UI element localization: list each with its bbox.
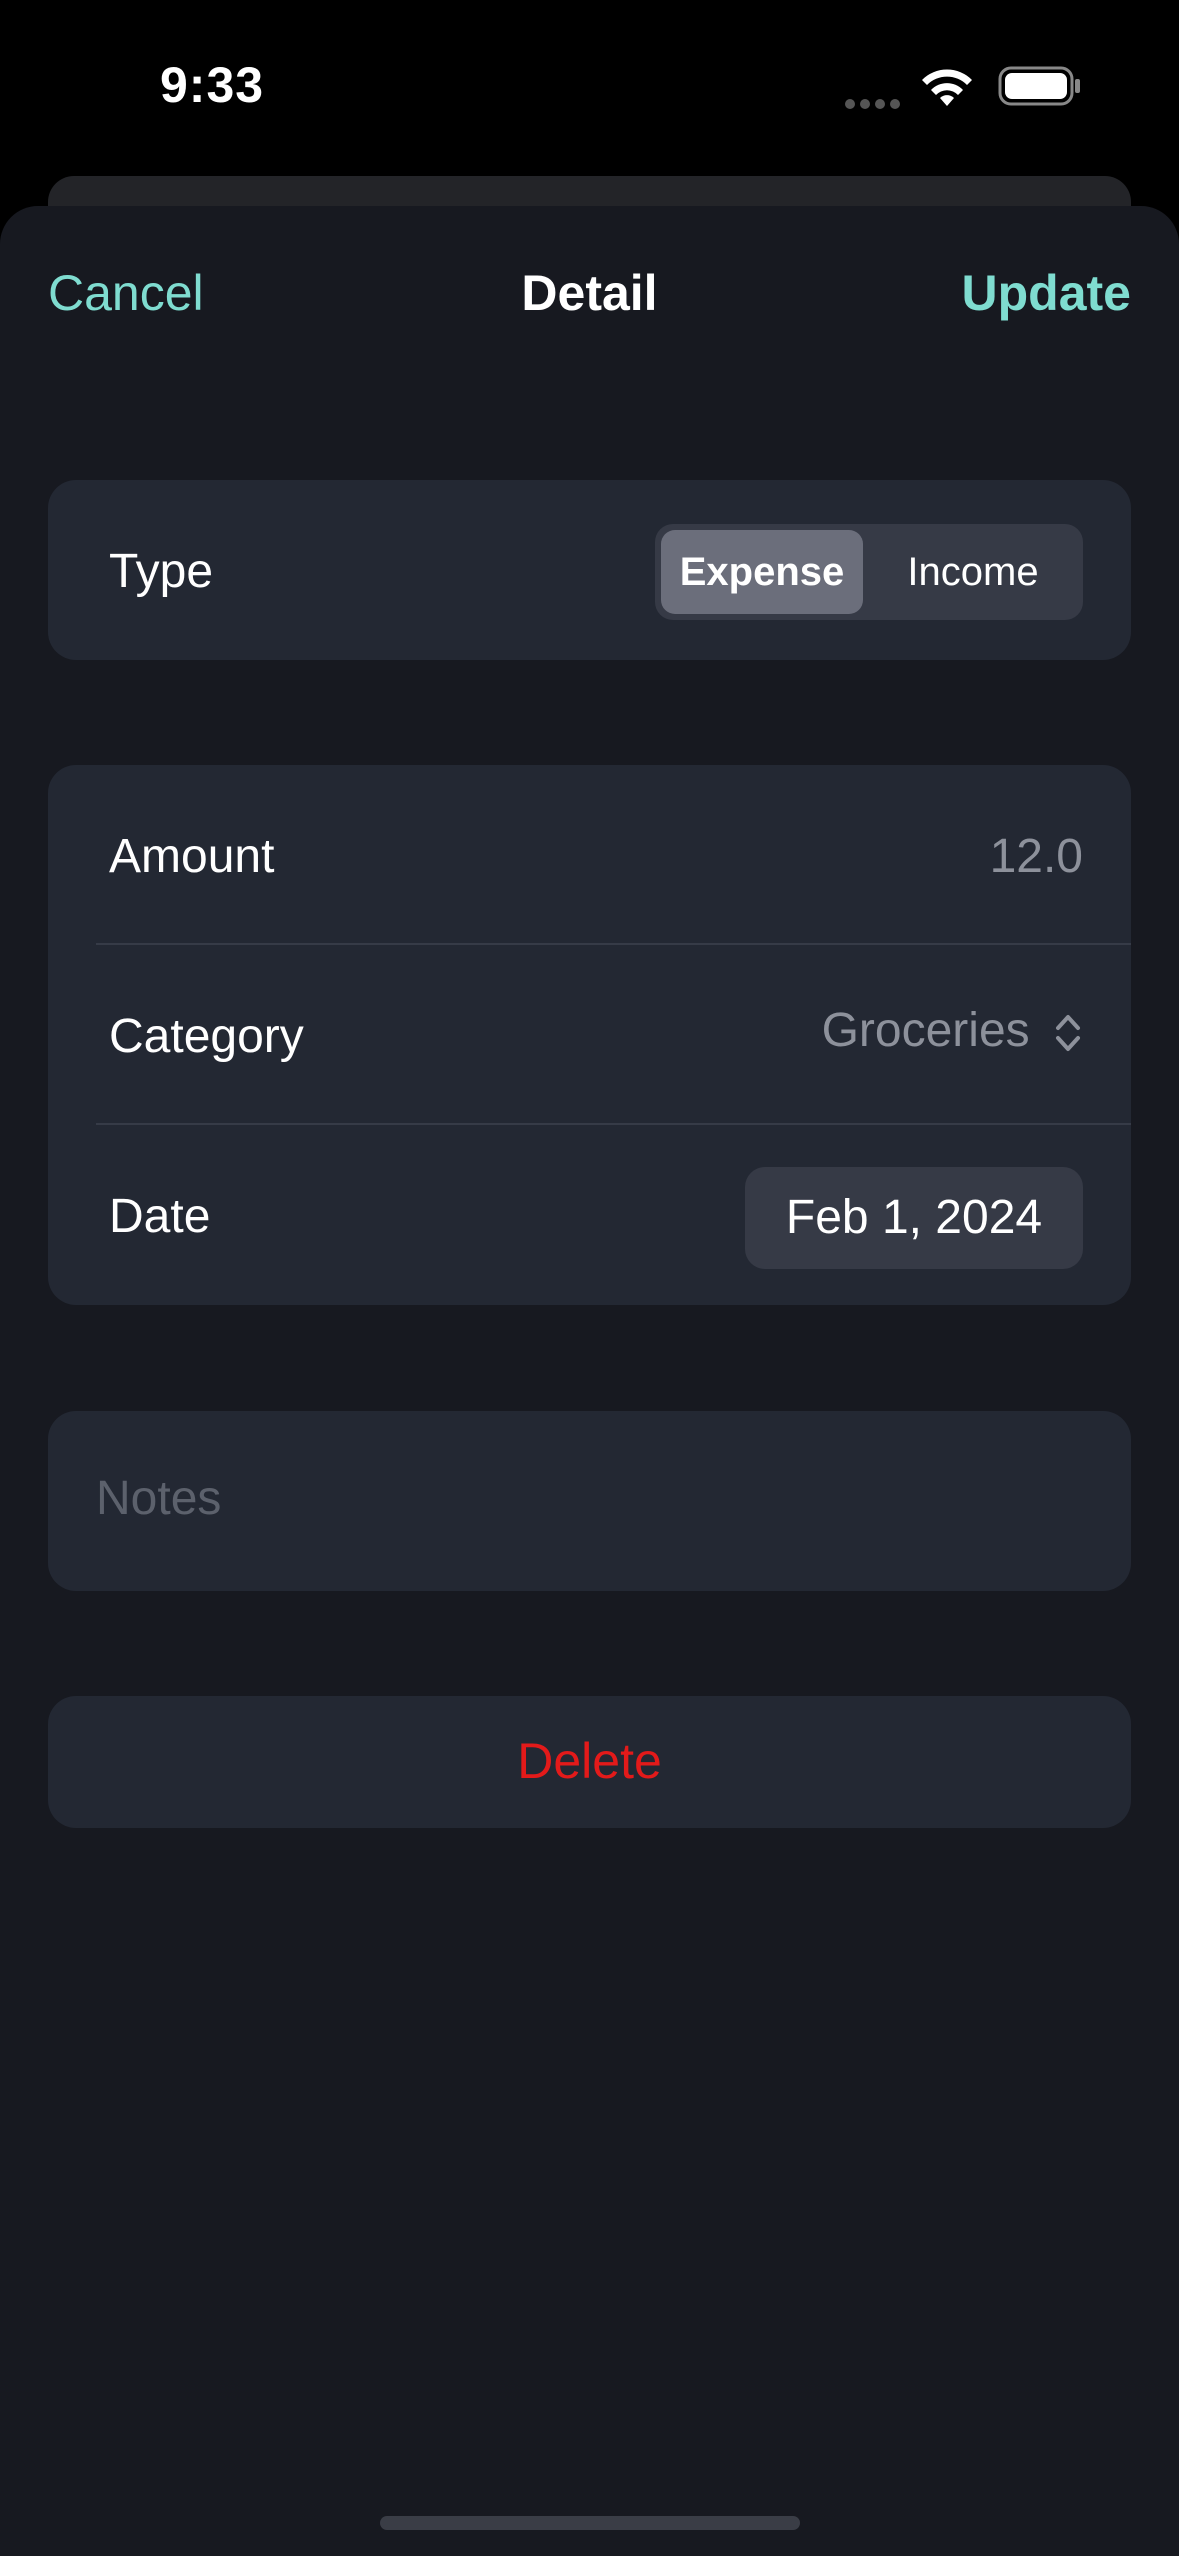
status-time: 9:33 (160, 57, 265, 113)
type-segmented-control: Expense Income (655, 524, 1083, 620)
update-button[interactable]: Update (962, 264, 1131, 322)
segment-income[interactable]: Income (869, 530, 1077, 614)
amount-field[interactable]: 12.0 (990, 829, 1083, 884)
notes-field[interactable]: Notes (48, 1411, 1131, 1591)
signal-dots-icon (845, 96, 905, 109)
divider (96, 1123, 1131, 1125)
home-indicator (380, 2516, 800, 2530)
category-value: Groceries (821, 1004, 1030, 1057)
type-card: Type Expense Income (48, 480, 1131, 660)
divider (96, 943, 1131, 945)
battery-icon (998, 66, 1080, 106)
category-label: Category (109, 1010, 304, 1063)
wifi-icon (922, 69, 972, 106)
notes-placeholder: Notes (96, 1472, 222, 1525)
date-picker-button[interactable]: Feb 1, 2024 (745, 1167, 1083, 1269)
status-bar: 9:33 (0, 0, 1179, 180)
details-card: Amount 12.0 Category Groceries Date Feb … (48, 765, 1131, 1305)
segment-expense[interactable]: Expense (661, 530, 863, 614)
nav-bar: Detail Cancel Update (0, 206, 1179, 376)
date-label: Date (109, 1190, 211, 1243)
detail-sheet: Detail Cancel Update Type Expense Income… (0, 206, 1179, 2556)
delete-button[interactable]: Delete (48, 1696, 1131, 1828)
type-label: Type (109, 545, 214, 598)
delete-label: Delete (517, 1733, 662, 1789)
amount-label: Amount (109, 830, 275, 883)
cancel-button[interactable]: Cancel (48, 264, 204, 322)
category-picker[interactable]: Groceries (822, 1003, 1083, 1058)
chevron-updown-icon (1056, 1015, 1080, 1052)
